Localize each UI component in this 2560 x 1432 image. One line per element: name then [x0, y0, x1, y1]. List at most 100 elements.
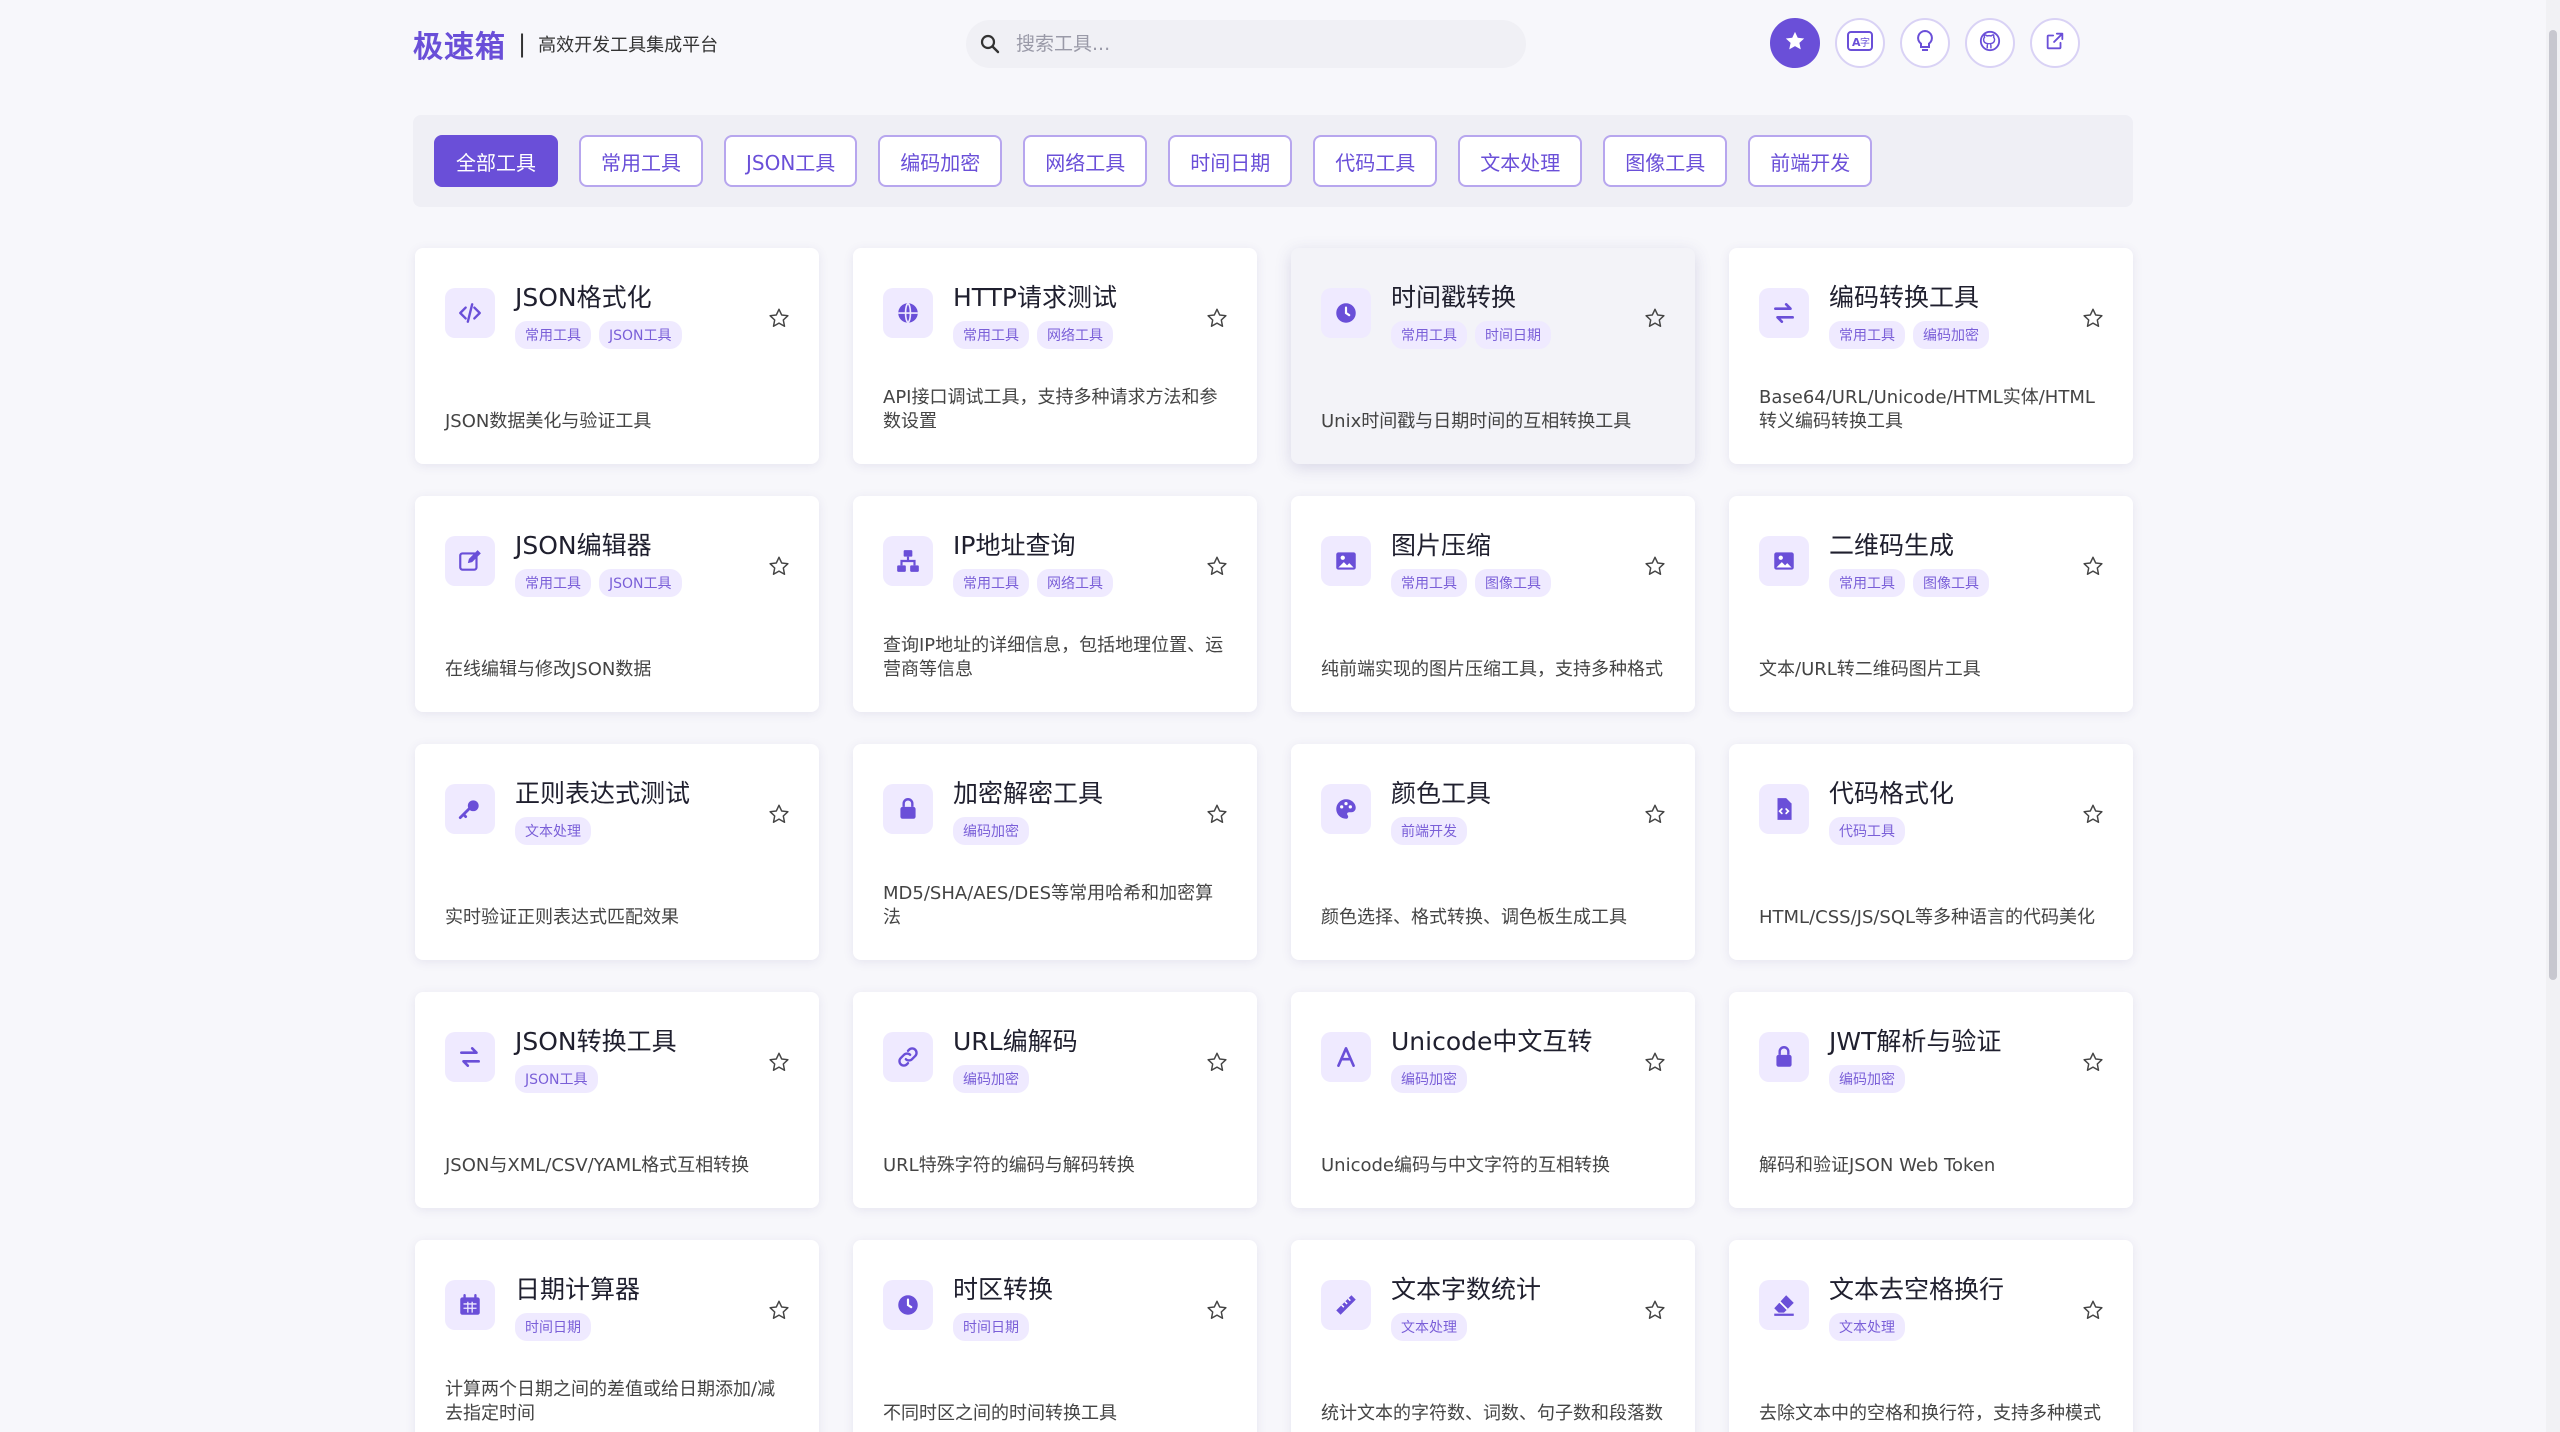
favorite-star-icon[interactable]: [1203, 1296, 1231, 1324]
favorite-star-icon[interactable]: [765, 1296, 793, 1324]
tool-tag: 编码加密: [1829, 1065, 1905, 1093]
link-icon: [883, 1032, 933, 1082]
tool-tag: 网络工具: [1037, 569, 1113, 597]
favorite-star-icon[interactable]: [1641, 552, 1669, 580]
tool-card[interactable]: 图片压缩 常用工具 图像工具 纯前端实现的图片压缩工具，支持多种格式: [1291, 496, 1695, 712]
favorite-star-icon[interactable]: [2079, 1296, 2107, 1324]
eraser-icon: [1759, 1280, 1809, 1330]
external-link-button[interactable]: [2030, 18, 2080, 68]
tool-card[interactable]: 日期计算器 时间日期 计算两个日期之间的差值或给日期添加/减去指定时间: [415, 1240, 819, 1432]
favorite-star-icon[interactable]: [765, 552, 793, 580]
tool-description: 在线编辑与修改JSON数据: [445, 659, 652, 680]
tool-tags: JSON工具: [515, 1065, 598, 1093]
category-tab[interactable]: 前端开发: [1748, 135, 1873, 187]
tool-card[interactable]: 加密解密工具 编码加密 MD5/SHA/AES/DES等常用哈希和加密算法: [853, 744, 1257, 960]
tool-card[interactable]: JWT解析与验证 编码加密 解码和验证JSON Web Token: [1729, 992, 2133, 1208]
tool-title: IP地址查询: [953, 531, 1076, 560]
tool-title: 加密解密工具: [953, 779, 1104, 808]
favorite-star-icon[interactable]: [1641, 800, 1669, 828]
lightbulb-icon: [1915, 29, 1935, 57]
tool-card[interactable]: HTTP请求测试 常用工具 网络工具 API接口调试工具，支持多种请求方法和参数设置: [853, 248, 1257, 464]
github-icon: [1979, 30, 2001, 56]
tool-tag: JSON工具: [599, 569, 682, 597]
favorite-star-icon[interactable]: [2079, 800, 2107, 828]
tool-tag: JSON工具: [515, 1065, 598, 1093]
tool-card[interactable]: 正则表达式测试 文本处理 实时验证正则表达式匹配效果: [415, 744, 819, 960]
lock-icon: [1759, 1032, 1809, 1082]
tool-card[interactable]: 文本字数统计 文本处理 统计文本的字符数、词数、句子数和段落数: [1291, 1240, 1695, 1432]
tool-card[interactable]: Unicode中文互转 编码加密 Unicode编码与中文字符的互相转换: [1291, 992, 1695, 1208]
tool-tag: 编码加密: [953, 817, 1029, 845]
category-tab[interactable]: 全部工具: [434, 135, 558, 187]
category-tab[interactable]: 常用工具: [579, 135, 703, 187]
favorite-star-icon[interactable]: [1641, 1048, 1669, 1076]
swap-icon: [1759, 288, 1809, 338]
favorite-star-icon[interactable]: [1641, 304, 1669, 332]
tool-description: 实时验证正则表达式匹配效果: [445, 907, 679, 928]
tool-card[interactable]: JSON格式化 常用工具 JSON工具 JSON数据美化与验证工具: [415, 248, 819, 464]
favorite-star-icon[interactable]: [765, 1048, 793, 1076]
favorite-star-icon[interactable]: [765, 800, 793, 828]
search-input[interactable]: [1014, 32, 1498, 56]
edit-icon: [445, 536, 495, 586]
tool-card[interactable]: URL编解码 编码加密 URL特殊字符的编码与解码转换: [853, 992, 1257, 1208]
github-button[interactable]: [1965, 18, 2015, 68]
favorite-star-icon[interactable]: [1203, 800, 1231, 828]
category-tab[interactable]: 时间日期: [1168, 135, 1293, 187]
tool-card[interactable]: 时区转换 时间日期 不同时区之间的时间转换工具: [853, 1240, 1257, 1432]
tool-tags: 常用工具 图像工具: [1391, 569, 1551, 597]
tool-title: 二维码生成: [1829, 531, 1955, 560]
favorite-star-icon[interactable]: [2079, 552, 2107, 580]
category-tab[interactable]: 文本处理: [1458, 135, 1583, 187]
favorite-star-icon[interactable]: [1203, 552, 1231, 580]
tool-tag: 文本处理: [515, 817, 591, 845]
image-icon: [1321, 536, 1371, 586]
tool-card[interactable]: 二维码生成 常用工具 图像工具 文本/URL转二维码图片工具: [1729, 496, 2133, 712]
tool-card[interactable]: 编码转换工具 常用工具 编码加密 Base64/URL/Unicode/HTML实体/…: [1729, 248, 2133, 464]
tool-tags: 常用工具 JSON工具: [515, 321, 682, 349]
clock-icon: [1321, 288, 1371, 338]
favorite-star-icon[interactable]: [1203, 1048, 1231, 1076]
tool-title: 图片压缩: [1391, 531, 1492, 560]
palette-icon: [1321, 784, 1371, 834]
favorite-star-icon[interactable]: [1203, 304, 1231, 332]
tool-card[interactable]: 文本去空格换行 文本处理 去除文本中的空格和换行符，支持多种模式: [1729, 1240, 2133, 1432]
image-icon: [1759, 536, 1809, 586]
tool-tag: 常用工具: [953, 321, 1029, 349]
category-tab[interactable]: JSON工具: [724, 135, 858, 187]
tool-title: Unicode中文互转: [1391, 1027, 1593, 1056]
tool-description: HTML/CSS/JS/SQL等多种语言的代码美化: [1759, 907, 2096, 928]
globe-icon: [883, 288, 933, 338]
favorite-star-icon[interactable]: [1641, 1296, 1669, 1324]
favorite-star-icon[interactable]: [765, 304, 793, 332]
tool-tag: 代码工具: [1829, 817, 1905, 845]
tool-card[interactable]: IP地址查询 常用工具 网络工具 查询IP地址的详细信息，包括地理位置、运营商等信息: [853, 496, 1257, 712]
favorite-star-icon[interactable]: [2079, 304, 2107, 332]
tool-tags: 常用工具 图像工具: [1829, 569, 1989, 597]
letter-a-icon: [1321, 1032, 1371, 1082]
scrollbar-thumb[interactable]: [2549, 30, 2557, 980]
page-scrollbar[interactable]: [2546, 0, 2560, 1432]
category-tab[interactable]: 图像工具: [1603, 135, 1728, 187]
tool-card[interactable]: JSON编辑器 常用工具 JSON工具 在线编辑与修改JSON数据: [415, 496, 819, 712]
tips-button[interactable]: [1900, 18, 1950, 68]
favorite-star-icon[interactable]: [2079, 1048, 2107, 1076]
tool-title: HTTP请求测试: [953, 283, 1117, 312]
tool-tag: 常用工具: [515, 569, 591, 597]
tool-card[interactable]: 代码格式化 代码工具 HTML/CSS/JS/SQL等多种语言的代码美化: [1729, 744, 2133, 960]
tool-card[interactable]: JSON转换工具 JSON工具 JSON与XML/CSV/YAML格式互相转换: [415, 992, 819, 1208]
star-icon: [1784, 30, 1806, 56]
search-box[interactable]: [966, 20, 1526, 68]
category-tab[interactable]: 网络工具: [1023, 135, 1148, 187]
tool-card[interactable]: 时间戳转换 常用工具 时间日期 Unix时间戳与日期时间的互相转换工具: [1291, 248, 1695, 464]
brand-logo[interactable]: 极速箱: [413, 22, 506, 66]
category-tab[interactable]: 编码加密: [878, 135, 1003, 187]
swap-icon: [445, 1032, 495, 1082]
tool-card[interactable]: 颜色工具 前端开发 颜色选择、格式转换、调色板生成工具: [1291, 744, 1695, 960]
category-tab[interactable]: 代码工具: [1313, 135, 1438, 187]
tool-tag: 图像工具: [1913, 569, 1989, 597]
favorites-button[interactable]: [1770, 18, 1820, 68]
tool-tag: 网络工具: [1037, 321, 1113, 349]
tool-tag: 编码加密: [1913, 321, 1989, 349]
translate-button[interactable]: A字: [1835, 18, 1885, 68]
